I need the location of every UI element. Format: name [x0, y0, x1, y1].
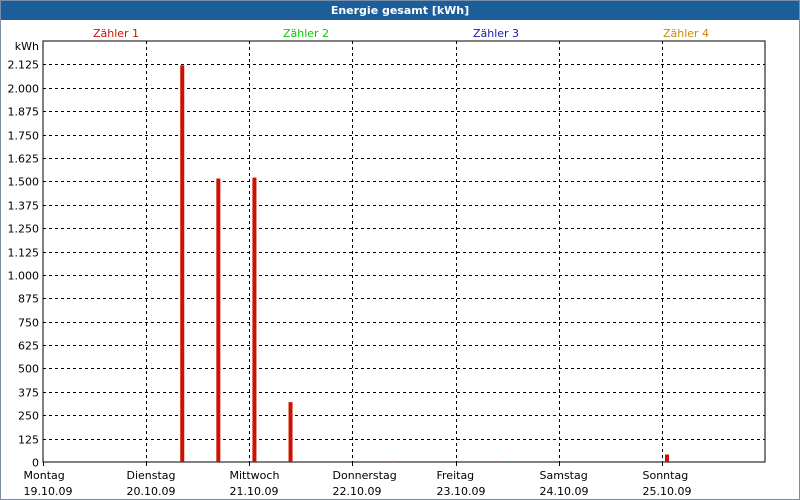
y-tick-label: 1.375: [8, 200, 40, 213]
y-tick-label: 1.750: [8, 130, 40, 143]
y-tick-label: 375: [18, 387, 39, 400]
x-tick-day: Freitag: [437, 469, 475, 482]
bar: [288, 402, 293, 462]
y-tick-label: 125: [18, 434, 39, 447]
y-tick-label: 750: [18, 317, 39, 330]
x-tick-date: 22.10.09: [333, 485, 382, 498]
y-tick-label: 500: [18, 363, 39, 376]
energy-chart: 0 125 250 375 500 625 750 875 1.000 1.125 1.250 1.3…: [8, 27, 766, 498]
y-tick-label: 625: [18, 340, 39, 353]
x-tick-day: Donnerstag: [333, 469, 397, 482]
y-tick-label: 875: [18, 293, 39, 306]
legend-item: Zähler 1: [93, 27, 139, 40]
x-tick-date: 20.10.09: [127, 485, 176, 498]
x-tick-date: 19.10.09: [24, 485, 73, 498]
y-tick-label: 0: [32, 457, 39, 470]
bar: [180, 65, 185, 462]
y-tick-label: 2.125: [8, 59, 40, 72]
y-tick-label: 1.000: [8, 270, 40, 283]
bar: [252, 177, 257, 462]
chart-window: Energie gesamt [kWh] 0 125 250 375 500 625 750…: [0, 0, 800, 500]
y-tick-label: 1.500: [8, 176, 40, 189]
x-tick-date: 24.10.09: [540, 485, 589, 498]
legend-item: Zähler 3: [473, 27, 519, 40]
x-tick-day: Montag: [24, 469, 65, 482]
y-tick-label: 1.625: [8, 153, 40, 166]
x-tick-date: 25.10.09: [643, 485, 692, 498]
y-tick-label: 250: [18, 410, 39, 423]
x-tick-day: Sonntag: [643, 469, 689, 482]
bar: [391, 461, 396, 463]
y-tick-label: 1.875: [8, 106, 40, 119]
bar: [494, 461, 499, 463]
x-tick-day: Mittwoch: [230, 469, 280, 482]
x-tick-date: 21.10.09: [230, 485, 279, 498]
x-tick-date: 23.10.09: [437, 485, 486, 498]
legend-item: Zähler 2: [283, 27, 329, 40]
bar: [216, 178, 221, 462]
x-tick-day: Samstag: [540, 469, 588, 482]
plot-area: [42, 40, 766, 463]
y-tick-label: 2.000: [8, 83, 40, 96]
y-tick-label: 1.125: [8, 247, 40, 260]
y-tick-label: 1.250: [8, 223, 40, 236]
x-tick-day: Dienstag: [127, 469, 176, 482]
legend-item: Zähler 4: [663, 27, 709, 40]
y-axis-unit: kWh: [15, 40, 39, 53]
bar: [665, 454, 670, 462]
